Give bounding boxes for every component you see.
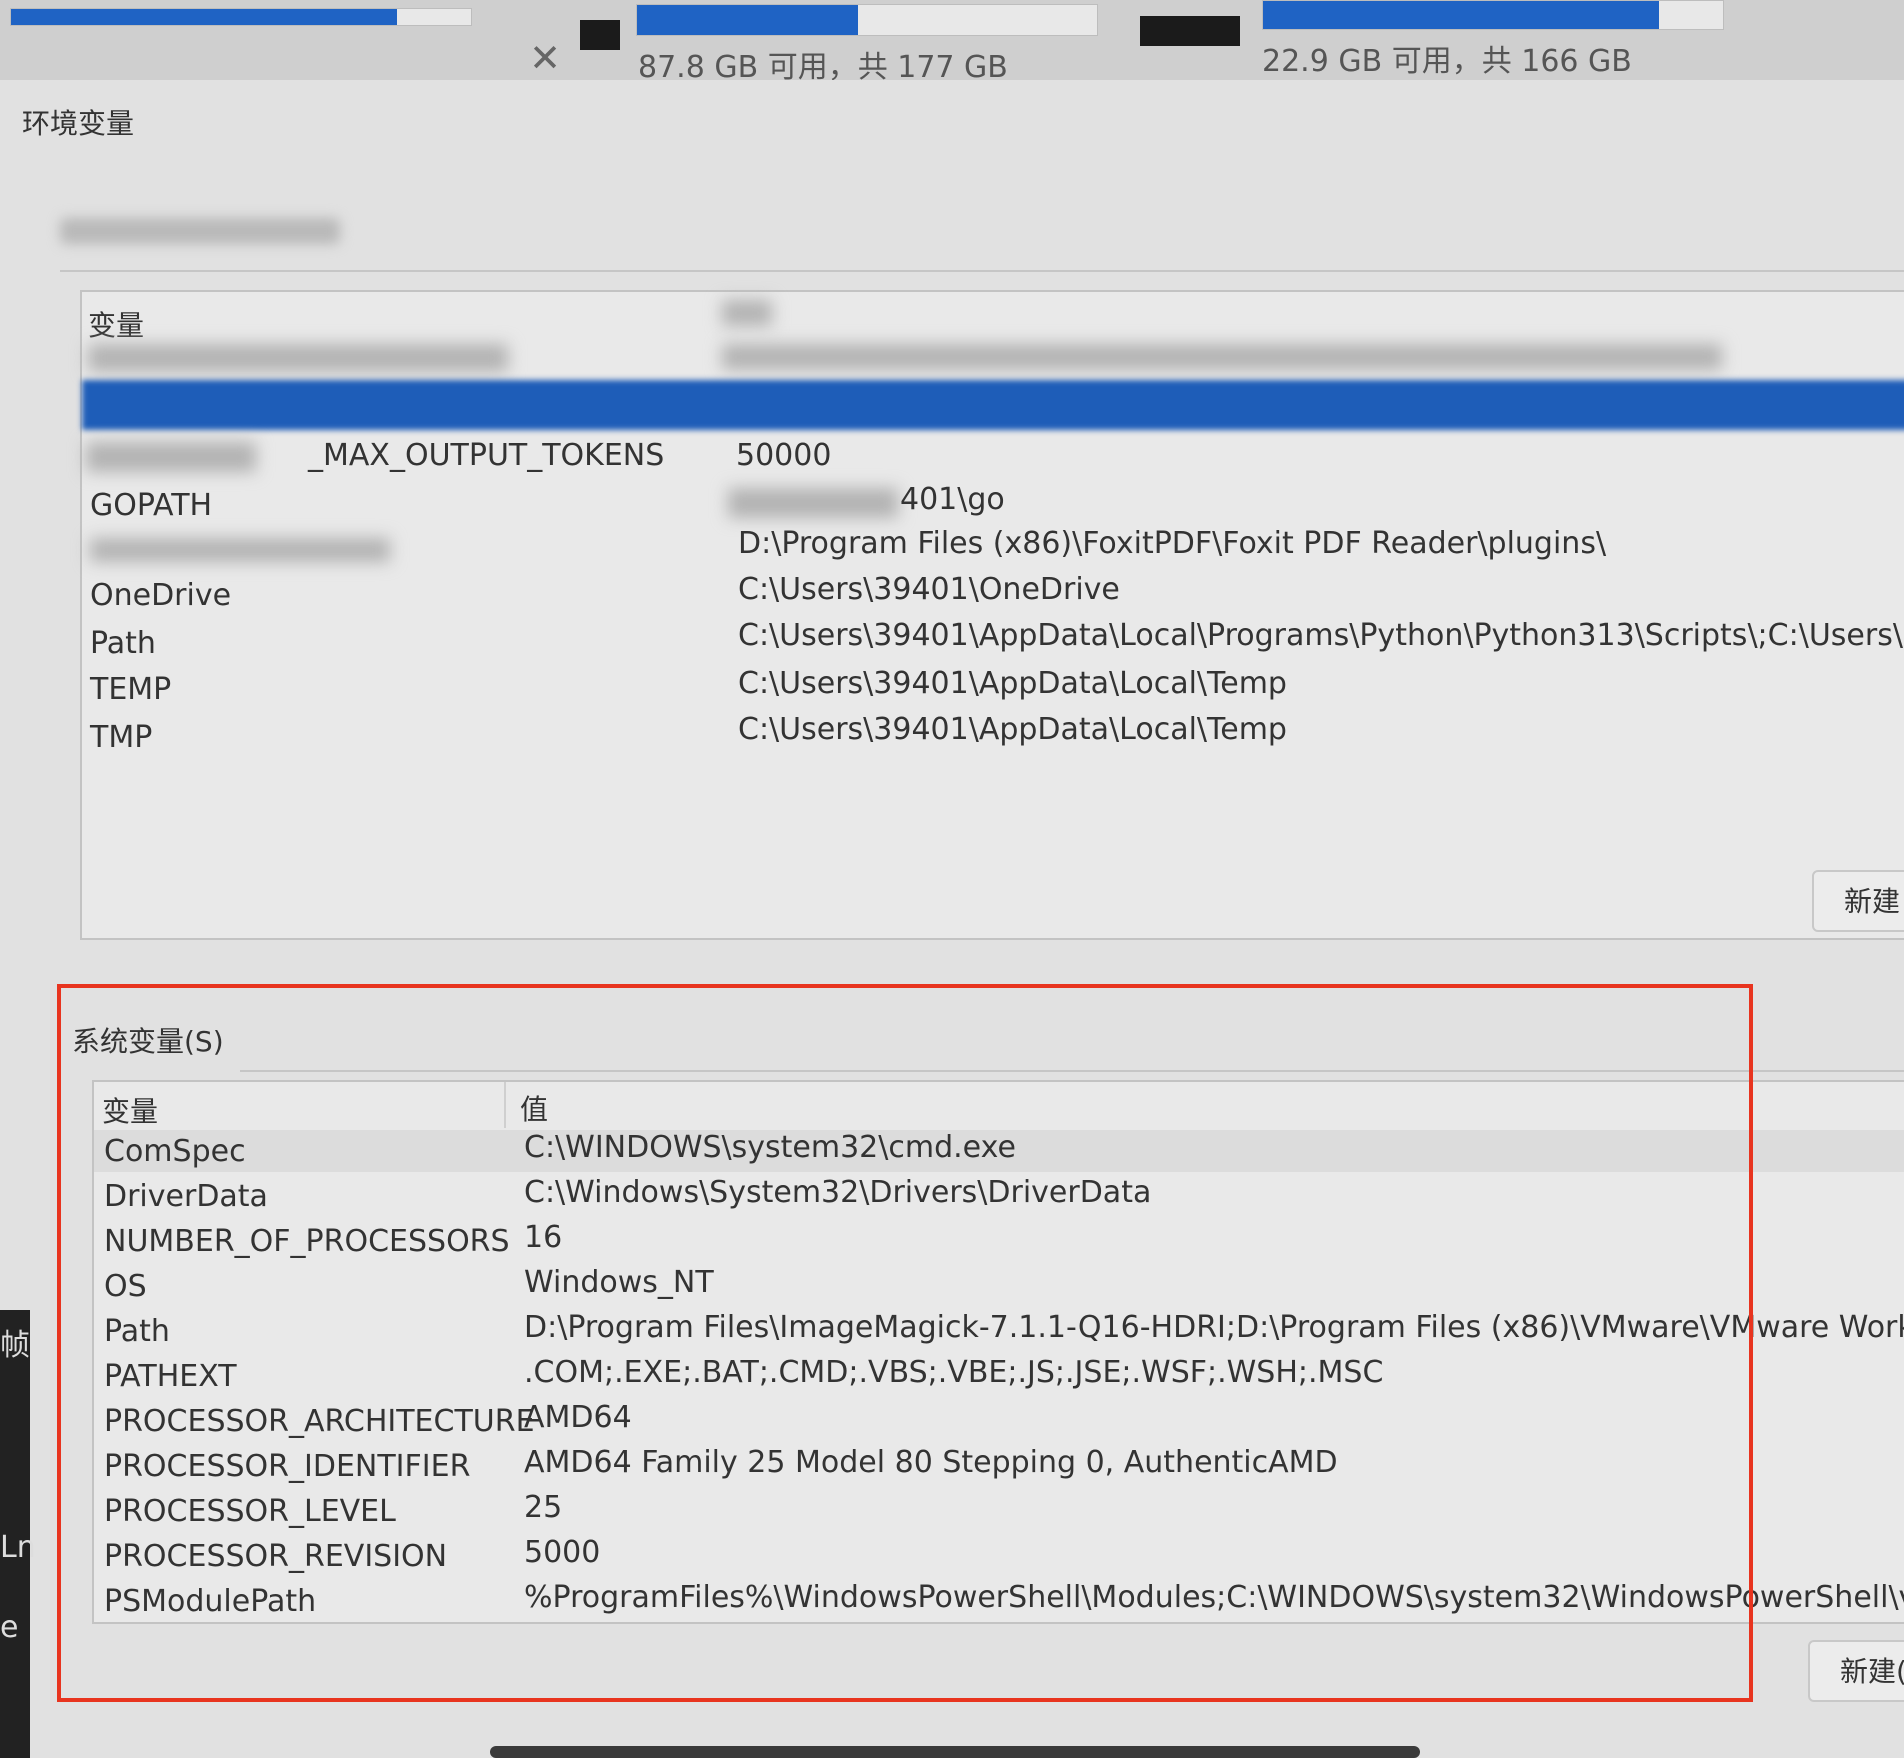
table-cell-name: TMP: [90, 720, 153, 755]
drive-d-usage-bar: [636, 4, 1098, 36]
highlight-box: [57, 984, 1753, 1702]
drive-e-free-text: 22.9 GB 可用，共 166 GB: [1262, 44, 1632, 79]
table-cell-value: C:\Users\39401\AppData\Local\Programs\Py…: [738, 618, 1904, 653]
table-cell-value: C:\Users\39401\AppData\Local\Temp: [738, 666, 1287, 701]
table-cell-value: D:\Program Files (x86)\FoxitPDF\Foxit PD…: [738, 526, 1607, 561]
horizontal-scrollbar[interactable]: [490, 1746, 1420, 1758]
system-vars-new-button[interactable]: 新建(: [1808, 1640, 1904, 1702]
redacted-name: [90, 538, 390, 562]
column-header-variable: 变量: [88, 309, 145, 342]
table-cell-value: C:\Users\39401\AppData\Local\Temp: [738, 712, 1287, 747]
user-vars-list[interactable]: 变量 _MAX_OUTPUT_TOKENS 50000 GOPATH 401\g…: [80, 290, 1904, 940]
redacted-name: [86, 442, 256, 472]
edge-label: Ln: [0, 1530, 36, 1565]
table-cell-value: [722, 344, 1722, 370]
drive-e-usage-bar: [1262, 0, 1724, 30]
table-cell-name: Path: [90, 626, 156, 661]
drive-icon: [580, 20, 620, 50]
dialog-title: 环境变量: [22, 107, 135, 140]
column-header-value: [722, 300, 772, 326]
table-cell-value: C:\Users\39401\OneDrive: [738, 572, 1120, 607]
table-cell-name: TEMP: [90, 672, 172, 707]
drive-icon: [1140, 16, 1240, 46]
close-icon[interactable]: ✕: [520, 38, 570, 78]
edge-label: 帧: [0, 1328, 30, 1363]
explorer-drives-strip: 87.8 GB 可用，共 177 GB 22.9 GB 可用，共 166 GB …: [0, 0, 1904, 85]
table-cell-value: 50000: [736, 438, 832, 473]
table-cell-name: OneDrive: [90, 578, 232, 613]
group-divider: [60, 270, 1904, 272]
user-vars-new-button[interactable]: 新建: [1812, 870, 1904, 932]
table-cell-name: GOPATH: [90, 488, 213, 523]
edge-label: e: [0, 1610, 19, 1645]
table-row-selected[interactable]: [82, 380, 1904, 430]
user-vars-section-label: [60, 218, 340, 244]
drive-c-usage-bar: [10, 8, 472, 26]
redacted-value: [728, 488, 898, 518]
table-cell-value: 401\go: [900, 482, 1005, 517]
table-cell-name: _MAX_OUTPUT_TOKENS: [308, 438, 665, 473]
table-row[interactable]: [88, 344, 508, 372]
